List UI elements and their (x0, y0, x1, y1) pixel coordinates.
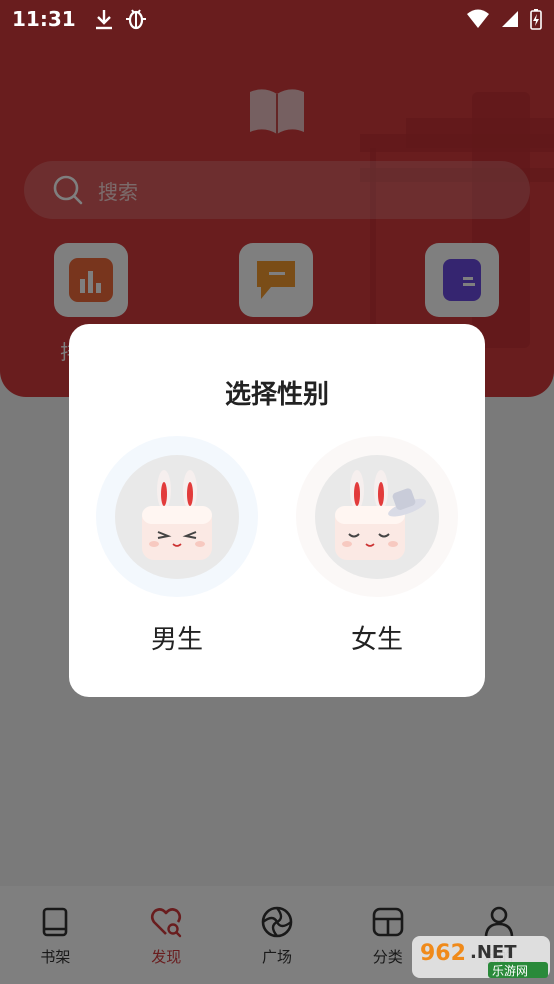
gender-select-dialog: 选择性别 男生 女生 (69, 324, 485, 697)
status-time: 11:31 (12, 7, 76, 31)
svg-text:962: 962 (420, 941, 466, 966)
gender-option-male[interactable]: 男生 (96, 436, 258, 656)
dialog-title: 选择性别 (224, 380, 329, 410)
watermark-logo: 962 .NET 乐游网 (412, 936, 550, 978)
gender-option-female[interactable]: 女生 (296, 436, 458, 656)
gender-label-female: 女生 (350, 625, 403, 655)
status-bar: 11:31 (0, 0, 554, 38)
wifi-icon (467, 9, 489, 28)
battery-charging-icon (530, 9, 542, 30)
bug-icon (124, 7, 148, 31)
gender-label-male: 男生 (150, 625, 203, 655)
male-avatar-circle (115, 454, 239, 579)
female-bunny-avatar-icon (335, 469, 426, 560)
download-icon (94, 8, 114, 30)
svg-text:.NET: .NET (470, 942, 517, 963)
female-avatar-circle (315, 454, 439, 579)
signal-icon (502, 11, 518, 27)
male-bunny-avatar-icon (142, 469, 212, 560)
female-avatar-ring (296, 436, 458, 597)
svg-text:乐游网: 乐游网 (492, 964, 528, 978)
status-right-icons (466, 8, 542, 30)
male-avatar-ring (96, 436, 258, 597)
